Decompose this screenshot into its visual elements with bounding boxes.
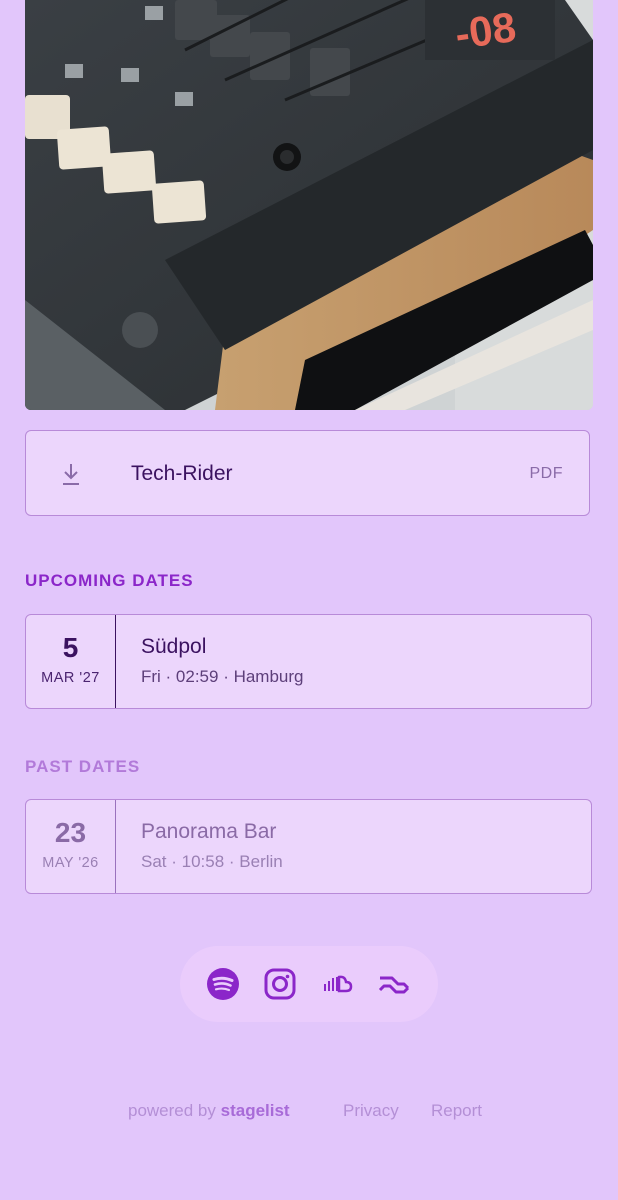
synth-photo: -08 — [25, 0, 593, 410]
event-venue: Panorama Bar — [141, 820, 277, 843]
powered-by[interactable]: powered by stagelist — [128, 1101, 290, 1121]
tech-rider-download[interactable]: Tech-Rider PDF — [25, 430, 590, 516]
social-links — [180, 946, 438, 1022]
instagram-icon[interactable] — [264, 968, 296, 1000]
event-venue: Südpol — [141, 635, 207, 658]
event-date-box: 5 MAR '27 — [26, 615, 116, 708]
event-day: 23 — [54, 817, 87, 848]
upcoming-dates-heading: UPCOMING DATES — [25, 571, 194, 590]
event-day: 5 — [62, 632, 79, 663]
file-type-label: PDF — [529, 465, 563, 482]
soundcloud-icon[interactable] — [321, 968, 353, 1000]
past-dates-heading: PAST DATES — [25, 757, 141, 776]
resident-advisor-icon[interactable] — [378, 968, 410, 1000]
brand-name: stagelist — [220, 1101, 290, 1120]
tech-rider-label: Tech-Rider — [131, 462, 233, 485]
event-month: MAY '26 — [42, 855, 99, 871]
download-icon — [60, 461, 82, 487]
event-month: MAR '27 — [41, 670, 100, 686]
powered-by-prefix: powered by — [128, 1101, 216, 1120]
past-event-card[interactable]: 23 MAY '26 Panorama Bar Sat · 10:58 · Be… — [25, 799, 592, 894]
spotify-icon[interactable] — [207, 968, 239, 1000]
event-meta: Sat · 10:58 · Berlin — [141, 852, 283, 871]
report-link[interactable]: Report — [431, 1101, 482, 1121]
upcoming-event-card[interactable]: 5 MAR '27 Südpol Fri · 02:59 · Hamburg — [25, 614, 592, 709]
event-date-box: 23 MAY '26 — [26, 800, 116, 893]
svg-text:-08: -08 — [452, 3, 519, 58]
event-meta: Fri · 02:59 · Hamburg — [141, 667, 304, 686]
privacy-link[interactable]: Privacy — [343, 1101, 399, 1121]
